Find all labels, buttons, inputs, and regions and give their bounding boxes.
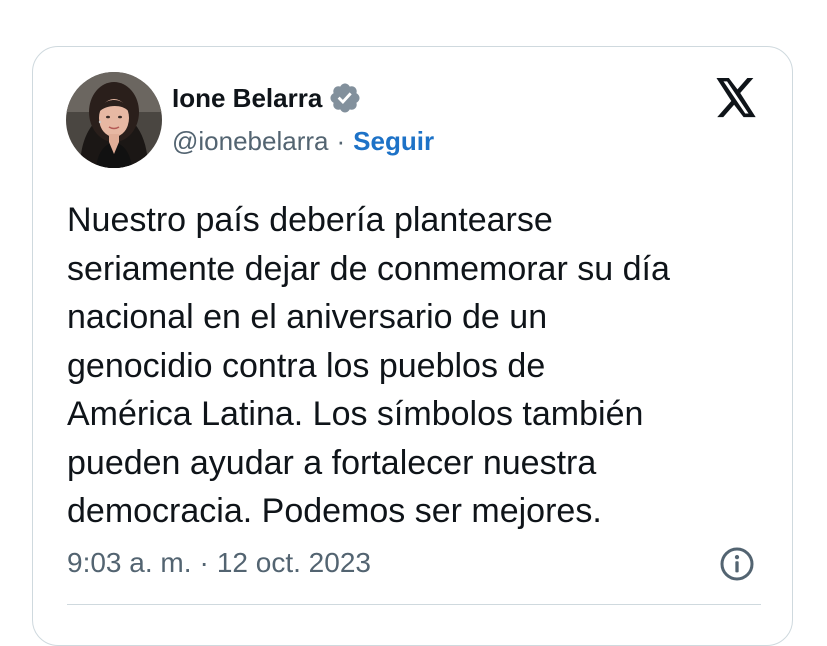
tweet-text-line: genocidio contra los pueblos de xyxy=(67,346,546,385)
profile-photo xyxy=(66,72,162,168)
author-handle[interactable]: @ionebelarra xyxy=(172,126,328,157)
tweet-text-line: seriamente dejar de conmemorar su día xyxy=(67,249,670,288)
author-display-name[interactable]: Ione Belarra xyxy=(172,83,322,114)
tweet-text-line: pueden ayudar a fortalecer nuestra xyxy=(67,443,597,482)
tweet-text-line: América Latina. Los símbolos también xyxy=(67,395,644,433)
timestamp-separator: · xyxy=(199,547,209,578)
tweet-time[interactable]: 9:03 a. m. xyxy=(67,547,192,579)
tweet-timestamp[interactable]: 9:03 a. m. · 12 oct. 2023 xyxy=(67,545,371,581)
x-logo-icon[interactable] xyxy=(714,78,758,118)
tweet-text-line: nacional en el aniversario de un xyxy=(67,298,548,336)
tweet-text-line: democracia. Podemos ser mejores. xyxy=(67,492,602,530)
tweet-text-line: Nuestro país debería plantearse xyxy=(67,201,553,239)
author-handle-row: @ionebelarra · Seguir xyxy=(172,124,434,158)
tweet-text: Nuestro país debería plantearse seriamen… xyxy=(67,196,777,536)
verified-checkmark-icon xyxy=(330,83,360,113)
follow-button[interactable]: Seguir xyxy=(353,126,434,157)
info-icon[interactable] xyxy=(719,546,755,582)
tweet-date[interactable]: 12 oct. 2023 xyxy=(217,547,371,579)
author-name-row: Ione Belarra xyxy=(172,80,362,116)
divider xyxy=(67,604,761,605)
handle-separator: · xyxy=(336,125,346,156)
avatar[interactable] xyxy=(66,72,162,168)
